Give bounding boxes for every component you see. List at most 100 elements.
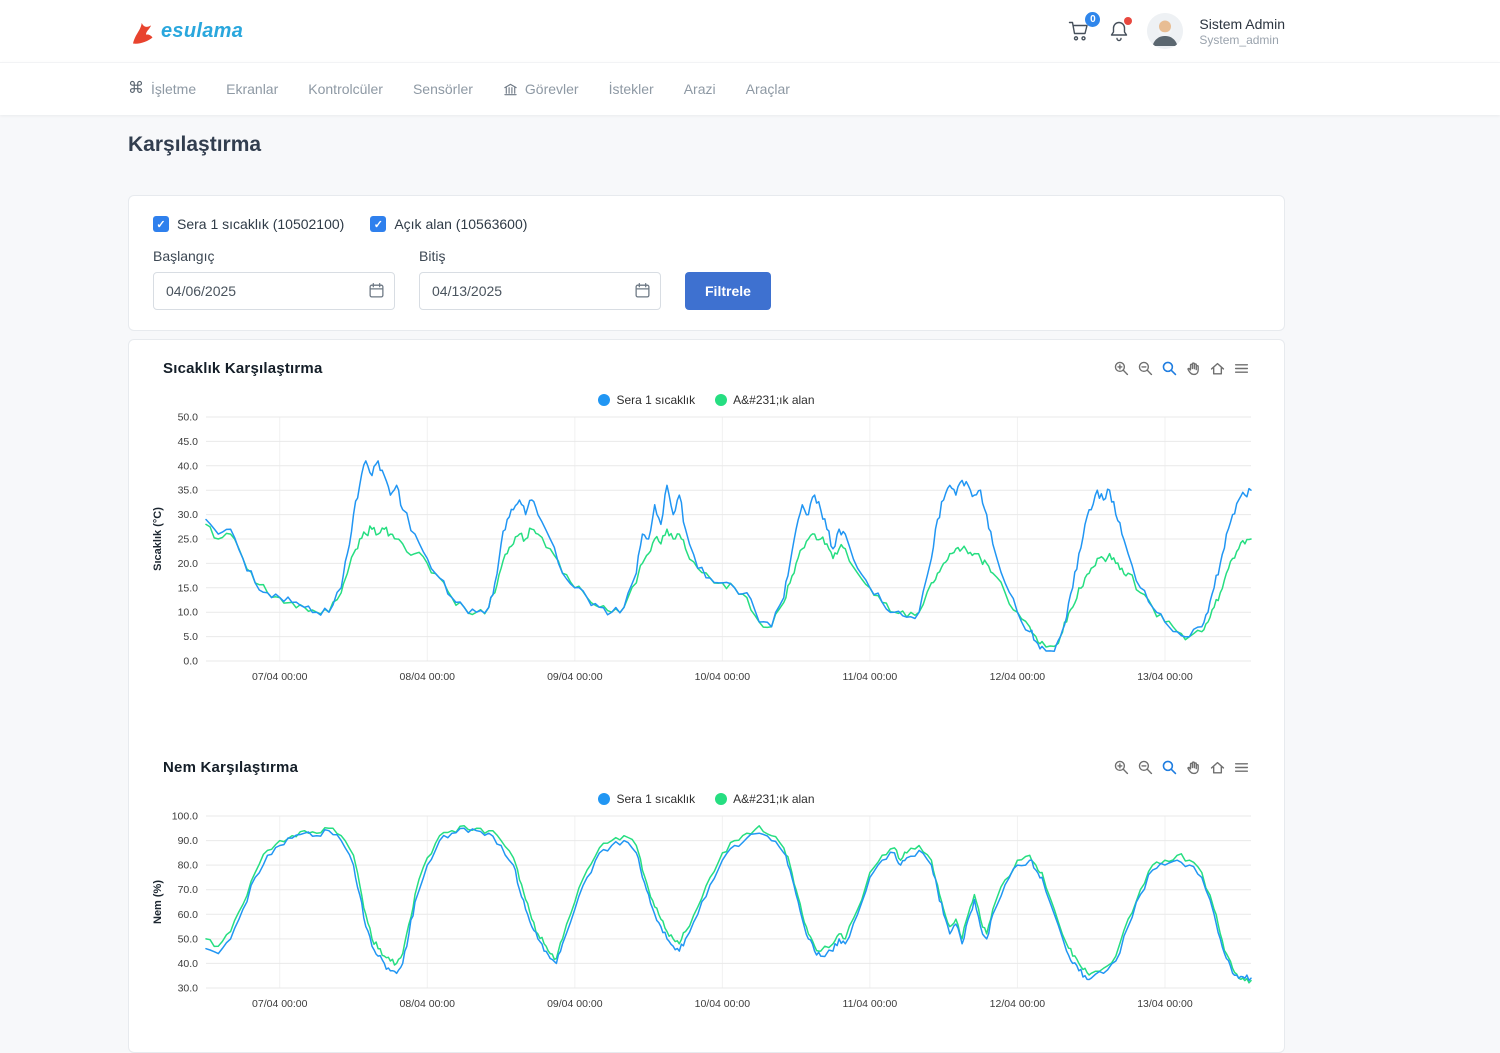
sensor-checkbox-0[interactable]: ✓ Sera 1 sıcaklık (10502100) [153, 216, 344, 232]
start-date-group: Başlangıç [153, 248, 395, 310]
svg-text:25.0: 25.0 [178, 534, 199, 546]
svg-text:40.0: 40.0 [178, 460, 199, 472]
legend-label: Sera 1 sıcaklık [616, 792, 695, 806]
legend-dot [715, 793, 727, 805]
zoom-in-icon[interactable] [1113, 360, 1130, 377]
page-content: Karşılaştırma ✓ Sera 1 sıcaklık (10502100… [0, 115, 1500, 1053]
nav-item-label: İşletme [151, 81, 196, 97]
avatar[interactable] [1147, 13, 1183, 49]
svg-text:45.0: 45.0 [178, 436, 199, 448]
svg-text:10/04 00:00: 10/04 00:00 [695, 671, 751, 683]
menu-icon[interactable] [1233, 360, 1250, 377]
checkbox-checked-icon: ✓ [153, 216, 169, 232]
top-header: esulama 0 Sistem Admin System_admin [0, 0, 1500, 62]
temperature-chart-title: Sıcaklık Karşılaştırma [163, 360, 323, 377]
filter-button[interactable]: Filtrele [685, 272, 771, 310]
avatar-image [1147, 13, 1183, 49]
cart-badge: 0 [1085, 12, 1100, 27]
temperature-chart-plot[interactable]: 07/04 00:00 08/04 00:00 09/04 00:00 10/04 0… [149, 411, 1266, 695]
chart-toolbar [1113, 759, 1250, 776]
svg-text:07/04 00:00: 07/04 00:00 [252, 671, 308, 683]
legend-dot [715, 394, 727, 406]
svg-text:12/04 00:00: 12/04 00:00 [990, 671, 1046, 683]
legend-item[interactable]: Sera 1 sıcaklık [598, 393, 695, 407]
legend-label: Sera 1 sıcaklık [616, 393, 695, 407]
home-icon[interactable] [1209, 360, 1226, 377]
svg-text:30.0: 30.0 [178, 509, 199, 521]
svg-text:08/04 00:00: 08/04 00:00 [400, 671, 456, 683]
humidity-chart-plot[interactable]: 07/04 00:0008/04 00:0009/04 00:0010/04 0… [149, 810, 1266, 1022]
zoom-in-icon[interactable] [1113, 759, 1130, 776]
end-date-label: Bitiş [419, 248, 661, 264]
svg-text:5.0: 5.0 [183, 631, 198, 643]
sensor-checkbox-row: ✓ Sera 1 sıcaklık (10502100) ✓Açık alan (1… [153, 216, 1260, 232]
checkbox-label: Sera 1 sıcaklık (10502100) [177, 216, 344, 232]
user-menu[interactable]: Sistem Admin System_admin [1199, 16, 1285, 47]
header-actions: 0 Sistem Admin System_admin [1067, 13, 1285, 49]
logo[interactable]: esulama [128, 16, 243, 46]
legend-item[interactable]: Sera 1 sıcaklık [598, 792, 695, 806]
nav-item-arazi[interactable]: Arazi [684, 81, 716, 97]
zoom-icon[interactable] [1161, 759, 1178, 776]
menu-icon[interactable] [1233, 759, 1250, 776]
pan-icon[interactable] [1185, 759, 1202, 776]
date-filter-row: Başlangıç Bitiş Filtrele [153, 248, 1260, 310]
nav-item-araclar[interactable]: Araçlar [746, 81, 790, 97]
svg-text:Sıcaklık (°C): Sıcaklık (°C) [152, 507, 164, 571]
legend-item[interactable]: A&#231;ık alan [715, 792, 814, 806]
cart-button[interactable]: 0 [1067, 19, 1091, 43]
nav-item-label: Görevler [525, 81, 579, 97]
nav-item-label: Araçlar [746, 81, 790, 97]
svg-text:100.0: 100.0 [172, 811, 198, 823]
zoom-out-icon[interactable] [1137, 759, 1154, 776]
svg-text:80.0: 80.0 [178, 860, 199, 872]
nav-item-kontrolculer[interactable]: Kontrolcüler [308, 81, 383, 97]
start-date-label: Başlangıç [153, 248, 395, 264]
tasks-icon [503, 82, 518, 97]
zoom-icon[interactable] [1161, 360, 1178, 377]
svg-text:11/04 00:00: 11/04 00:00 [843, 671, 898, 683]
start-date-input[interactable] [153, 272, 395, 310]
end-date-group: Bitiş [419, 248, 661, 310]
svg-text:30.0: 30.0 [178, 983, 199, 995]
legend-label: A&#231;ık alan [733, 792, 814, 806]
home-icon[interactable] [1209, 759, 1226, 776]
svg-text:Nem (%): Nem (%) [152, 880, 164, 924]
calendar-icon[interactable] [634, 282, 651, 299]
sensor-checkbox-1[interactable]: ✓Açık alan (10563600) [370, 216, 527, 232]
nav-item-isletme[interactable]: ⌘İşletme [128, 81, 196, 97]
svg-text:09/04 00:00: 09/04 00:00 [547, 671, 603, 683]
nav-item-istekler[interactable]: İstekler [609, 81, 654, 97]
checkbox-checked-icon: ✓ [370, 216, 386, 232]
svg-text:15.0: 15.0 [178, 582, 199, 594]
user-name: Sistem Admin [1199, 16, 1285, 32]
notifications-button[interactable] [1107, 19, 1131, 43]
nav-item-sensorler[interactable]: Sensörler [413, 81, 473, 97]
end-date-input[interactable] [419, 272, 661, 310]
svg-text:0.0: 0.0 [183, 656, 198, 668]
filter-card: ✓ Sera 1 sıcaklık (10502100) ✓Açık alan (1… [128, 195, 1285, 331]
nav-item-ekranlar[interactable]: Ekranlar [226, 81, 278, 97]
nav-item-label: Ekranlar [226, 81, 278, 97]
legend-item[interactable]: A&#231;ık alan [715, 393, 814, 407]
logo-horse-icon [128, 16, 158, 46]
svg-text:35.0: 35.0 [178, 485, 199, 497]
svg-text:90.0: 90.0 [178, 835, 199, 847]
svg-text:40.0: 40.0 [178, 958, 199, 970]
zoom-out-icon[interactable] [1137, 360, 1154, 377]
calendar-icon[interactable] [368, 282, 385, 299]
humidity-chart-title: Nem Karşılaştırma [163, 759, 298, 776]
pan-icon[interactable] [1185, 360, 1202, 377]
svg-text:70.0: 70.0 [178, 884, 199, 896]
nav-item-label: Kontrolcüler [308, 81, 383, 97]
legend-dot [598, 793, 610, 805]
humidity-chart-section: Nem Karşılaştırma Sera 1 sıcaklık A&#231;… [149, 759, 1264, 1022]
legend-dot [598, 394, 610, 406]
chart-legend: Sera 1 sıcaklık A&#231;ık alan [149, 393, 1264, 407]
legend-label: A&#231;ık alan [733, 393, 814, 407]
svg-text:50.0: 50.0 [178, 933, 199, 945]
page-title: Karşılaştırma [128, 133, 1285, 157]
main-nav: ⌘İşletme Ekranlar Kontrolcüler Sensörler Gör… [0, 62, 1500, 115]
nav-item-gorevler[interactable]: Görevler [503, 81, 579, 97]
nav-item-label: Sensörler [413, 81, 473, 97]
